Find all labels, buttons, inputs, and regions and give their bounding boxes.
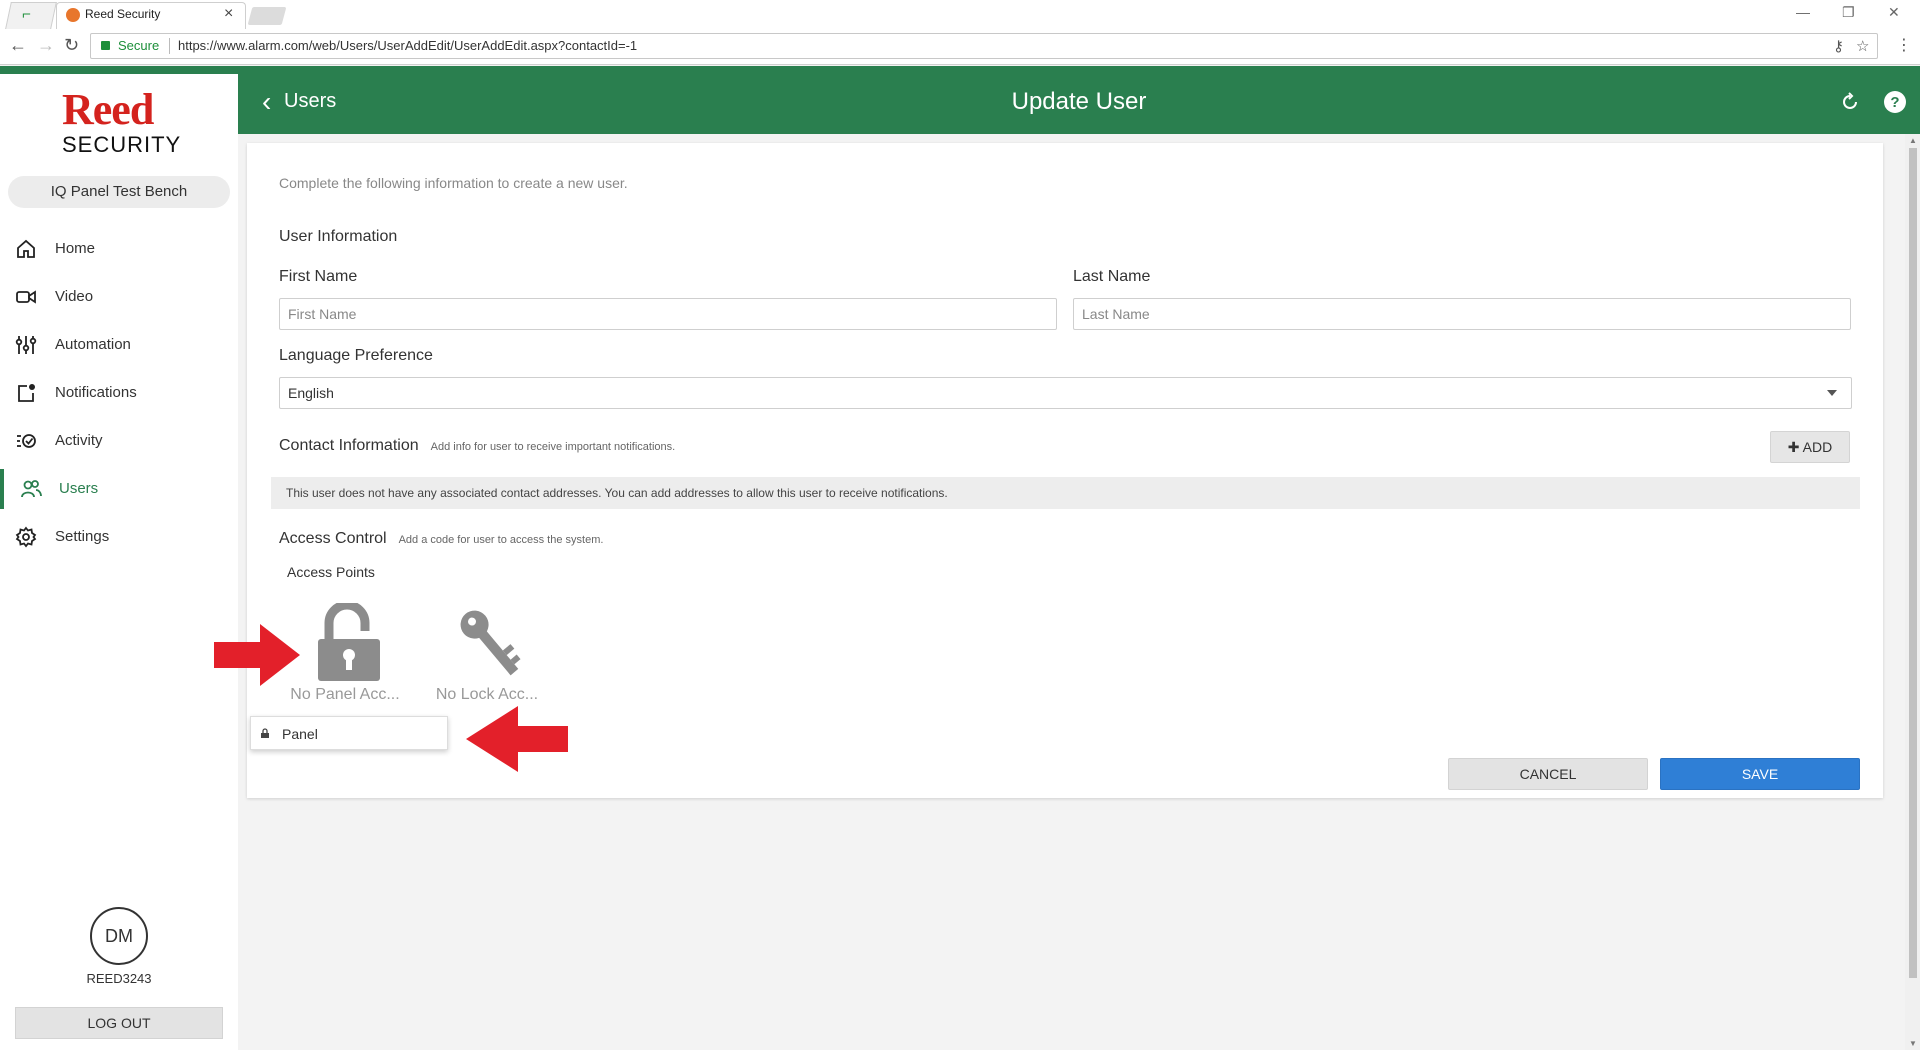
gear-icon: [15, 526, 37, 548]
lock-access-caption: No Lock Acc...: [435, 686, 539, 703]
new-tab-button[interactable]: [247, 7, 287, 25]
refresh-icon[interactable]: [1838, 90, 1862, 114]
logo-security: SECURITY: [62, 132, 182, 157]
sidebar-item-users[interactable]: Users: [0, 469, 238, 509]
intro-text: Complete the following information to cr…: [279, 175, 628, 191]
language-select[interactable]: English: [279, 377, 1852, 409]
logo-reed: Reed: [62, 85, 154, 134]
access-control-title: Access Control Add a code for user to acc…: [279, 530, 603, 548]
page-title: Update User: [1011, 88, 1147, 115]
access-points-label: Access Points: [287, 564, 375, 580]
tab-close-icon[interactable]: ×: [224, 5, 233, 23]
scroll-up-icon[interactable]: ▲: [1909, 136, 1917, 145]
padlock-icon: [261, 728, 269, 738]
page-scrollbar[interactable]: ▲ ▼: [1905, 134, 1920, 1050]
back-arrow-icon[interactable]: ←: [9, 35, 27, 56]
bookmark-star-icon[interactable]: ☆: [1856, 37, 1869, 55]
omnibox-divider: [169, 38, 170, 54]
browser-menu-icon[interactable]: ⋮: [1896, 35, 1912, 55]
access-control-title-text: Access Control: [279, 530, 387, 547]
language-value: English: [288, 385, 334, 401]
contact-info-title: Contact Information Add info for user to …: [279, 437, 675, 455]
sidebar-item-home[interactable]: Home: [0, 229, 238, 269]
access-control-note: Add a code for user to access the system…: [398, 534, 604, 546]
tab-title: Reed Security: [85, 7, 161, 21]
app-header: ‹ Users Update User ?: [238, 74, 1920, 134]
contact-info-note: Add info for user to receive important n…: [430, 441, 676, 453]
annotation-arrow-right: [214, 624, 300, 686]
favicon-icon: [66, 8, 80, 22]
add-button-label: ADD: [1802, 439, 1833, 455]
panel-access-caption: No Panel Acc...: [290, 686, 400, 703]
sidebar-item-label: Notifications: [55, 384, 137, 401]
first-name-label: First Name: [279, 268, 358, 285]
secure-label: Secure: [118, 38, 160, 53]
sidebar-item-activity[interactable]: Activity: [0, 421, 238, 461]
cancel-button[interactable]: CANCEL: [1448, 758, 1648, 790]
key-icon[interactable]: ⚷: [1833, 37, 1844, 55]
minimize-icon[interactable]: —: [1796, 4, 1810, 20]
avatar[interactable]: DM: [90, 907, 148, 965]
last-name-field[interactable]: [1073, 298, 1851, 330]
access-type-dropdown[interactable]: Panel: [250, 716, 448, 750]
scrollbar-thumb[interactable]: [1909, 148, 1917, 978]
svg-text:?: ?: [1890, 94, 1899, 111]
browser-tab-bar: ⌐ Reed Security × — ❐ ✕: [0, 0, 1920, 29]
forward-arrow-icon[interactable]: →: [37, 35, 55, 56]
sidebar-item-label: Activity: [55, 432, 103, 449]
save-button[interactable]: SAVE: [1660, 758, 1860, 790]
sidebar-item-label: Video: [55, 288, 94, 305]
reload-icon[interactable]: ↻: [64, 35, 79, 56]
key-icon: [460, 610, 521, 676]
activity-icon: [17, 434, 36, 448]
sidebar-item-label: Automation: [55, 336, 131, 353]
no-contacts-message: This user does not have any associated c…: [271, 477, 1860, 509]
language-label: Language Preference: [279, 347, 433, 364]
sidebar-item-label: Home: [55, 240, 96, 257]
address-bar: ← → ↻ Secure https://www.alarm.com/web/U…: [0, 29, 1920, 65]
notification-icon: [18, 384, 35, 402]
caret-down-icon: [1827, 390, 1837, 396]
lock-access-point[interactable]: No Lock Acc...: [422, 603, 552, 703]
update-user-card: Complete the following information to cr…: [247, 143, 1883, 798]
sidebar: Reed SECURITY IQ Panel Test Bench Home V…: [0, 74, 238, 1050]
annotation-arrow-left: [466, 706, 568, 772]
window-close-icon[interactable]: ✕: [1888, 4, 1900, 21]
sidebar-item-notifications[interactable]: Notifications: [0, 373, 238, 413]
user-info-title: User Information: [279, 228, 398, 245]
first-name-field[interactable]: [279, 298, 1057, 330]
users-icon: [21, 480, 42, 498]
last-name-label: Last Name: [1073, 268, 1151, 285]
site-selector[interactable]: IQ Panel Test Bench: [8, 176, 230, 208]
padlock-open-icon: [318, 603, 380, 681]
sidebar-item-settings[interactable]: Settings: [0, 517, 238, 557]
contact-info-title-text: Contact Information: [279, 437, 419, 454]
secure-lock-icon: [101, 41, 110, 50]
logout-button[interactable]: LOG OUT: [15, 1007, 223, 1039]
scroll-down-icon[interactable]: ▼: [1909, 1039, 1917, 1048]
restore-icon[interactable]: ❐: [1842, 4, 1855, 21]
url-field[interactable]: Secure https://www.alarm.com/web/Users/U…: [90, 33, 1878, 59]
sidebar-item-automation[interactable]: Automation: [0, 325, 238, 365]
username: REED3243: [86, 971, 152, 986]
sidebar-item-label: Users: [59, 480, 99, 497]
dropdown-option-panel[interactable]: Panel: [282, 726, 318, 742]
help-icon[interactable]: ?: [1883, 90, 1907, 114]
sidebar-item-label: Settings: [55, 528, 110, 545]
url-text: https://www.alarm.com/web/Users/UserAddE…: [178, 38, 638, 53]
plus-icon: ✚: [1787, 439, 1800, 455]
browser-tab-pinned[interactable]: [5, 2, 57, 29]
pinned-tab-icon: ⌐: [22, 6, 31, 23]
home-icon: [17, 239, 35, 258]
sidebar-item-video[interactable]: Video: [0, 277, 238, 317]
header-strip: [0, 66, 1920, 74]
add-contact-button[interactable]: ✚ ADD: [1770, 431, 1850, 463]
video-camera-icon: [16, 290, 36, 304]
sliders-icon: [15, 336, 37, 354]
